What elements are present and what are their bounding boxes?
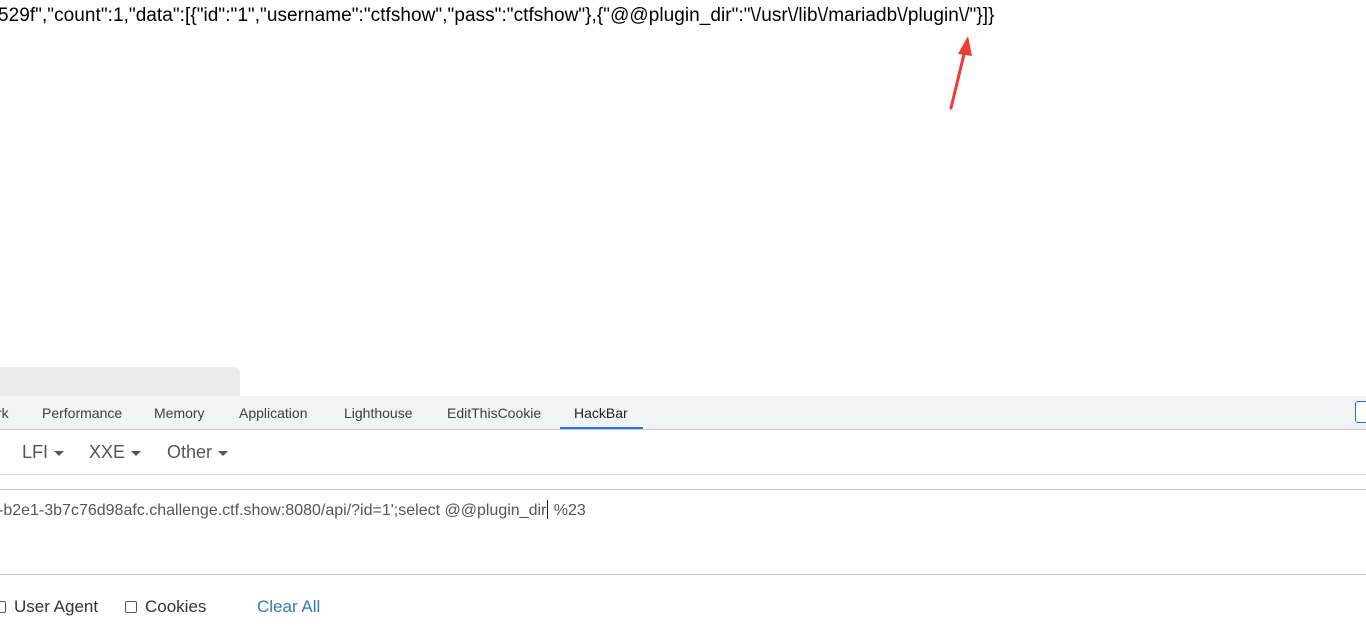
tab-hackbar[interactable]: HackBar [574,396,628,429]
hackbar-options-row: User Agent Cookies Clear All [0,592,1366,624]
menu-lfi[interactable]: LFI [22,430,65,474]
url-text-after-cursor: %23 [549,502,586,519]
cookies-checkbox[interactable] [125,601,137,613]
hackbar-menu-bar: LFI XXE Other [0,430,1366,475]
cookies-label: Cookies [145,597,207,616]
console-drawer-strip [0,367,240,397]
caret-down-icon [54,450,65,456]
tab-editthiscookie[interactable]: EditThisCookie [447,396,541,429]
user-agent-checkbox[interactable] [0,601,6,613]
cookies-option[interactable]: Cookies [125,592,206,622]
url-textarea[interactable]: -b2e1-3b7c76d98afc.challenge.ctf.show:80… [0,489,1366,575]
menu-other[interactable]: Other [167,430,229,474]
menu-lfi-label: LFI [22,442,49,462]
url-text: -b2e1-3b7c76d98afc.challenge.ctf.show:80… [0,500,586,520]
menu-xxe-label: XXE [89,442,126,462]
caret-down-icon [131,450,142,456]
active-tab-indicator [560,427,643,429]
issues-badge-button[interactable] [1355,401,1366,423]
red-arrow-annotation [949,36,972,110]
url-text-before-cursor: -b2e1-3b7c76d98afc.challenge.ctf.show:80… [0,502,547,519]
tab-application[interactable]: Application [239,396,308,429]
devtools-tab-bar: rk Performance Memory Application Lighth… [0,396,1366,430]
tab-lighthouse[interactable]: Lighthouse [344,396,413,429]
caret-down-icon [218,450,229,456]
user-agent-label: User Agent [14,597,99,616]
tab-network[interactable]: rk [0,396,9,429]
devtools-panel: rk Performance Memory Application Lighth… [0,396,1366,643]
menu-other-label: Other [167,442,213,462]
tab-memory[interactable]: Memory [154,396,205,429]
json-response-text: 529f","count":1,"data":[{"id":"1","usern… [0,5,995,26]
user-agent-option[interactable]: User Agent [0,592,98,622]
tab-performance[interactable]: Performance [42,396,122,429]
clear-all-link[interactable]: Clear All [257,592,320,622]
menu-xxe[interactable]: XXE [89,430,142,474]
